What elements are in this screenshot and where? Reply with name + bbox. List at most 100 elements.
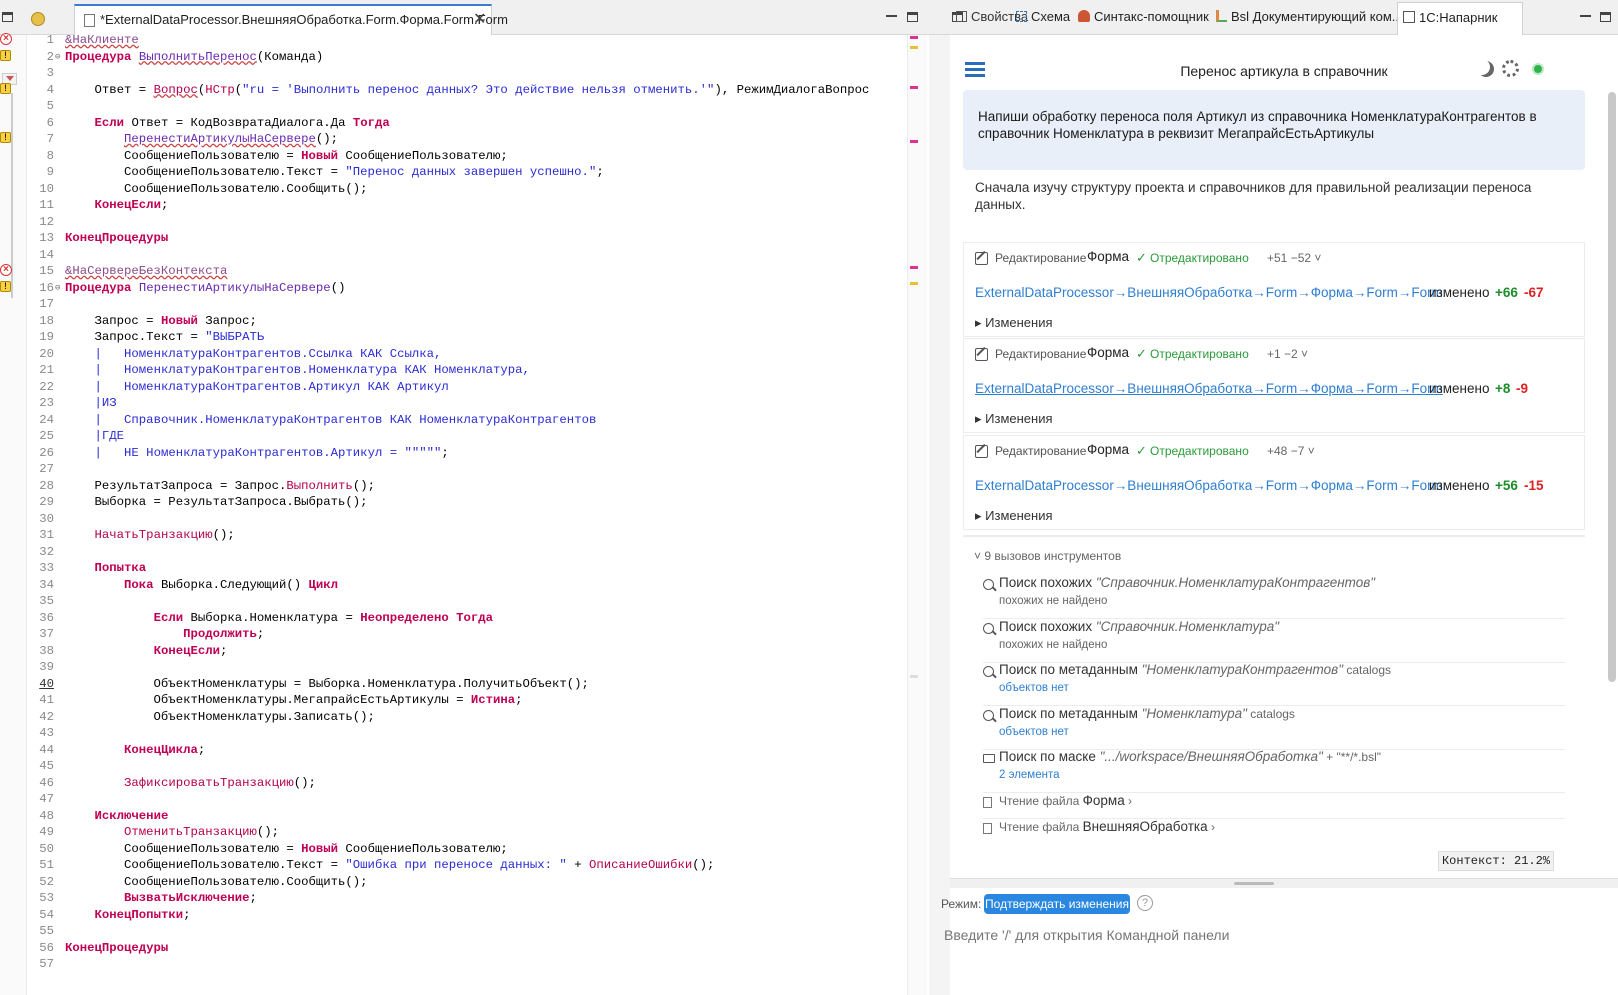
code-line[interactable]: × 15 &НаСервереБезКонтекста	[0, 263, 903, 280]
code-line[interactable]: 23 |ИЗ	[27, 395, 903, 412]
code-line[interactable]: 46 ЗафиксироватьТранзакцию();	[27, 775, 903, 792]
error-icon[interactable]: ×	[0, 264, 12, 276]
code-line[interactable]: 32	[27, 544, 903, 561]
chat-scrollbar[interactable]	[1608, 92, 1616, 682]
code-line[interactable]: 33 Попытка	[27, 560, 903, 577]
error-marker[interactable]	[910, 266, 918, 269]
diff-stats-toggle[interactable]: +1 −2 ˅	[1267, 347, 1308, 361]
code-line[interactable]: 24 | Справочник.НоменклатураКонтрагентов…	[27, 412, 903, 429]
minimize-icon[interactable]	[1580, 15, 1591, 17]
code-line[interactable]: 19 Запрос.Текст = "ВЫБРАТЬ	[27, 329, 903, 346]
fold-toggle-icon[interactable]: ⊖	[55, 49, 65, 66]
code-line[interactable]: 36 Если Выборка.Номенклатура = Неопредел…	[27, 610, 903, 627]
code-line[interactable]: 14	[27, 247, 903, 264]
code-line[interactable]: 55	[27, 923, 903, 940]
code-line[interactable]: 35	[27, 593, 903, 610]
changes-toggle[interactable]: ▸ Изменения	[975, 315, 1053, 331]
code-line[interactable]: 18 Запрос = Новый Запрос;	[27, 313, 903, 330]
code-line[interactable]: 9 СообщениеПользователю.Текст = "Перенос…	[27, 164, 903, 181]
code-line[interactable]: 21 | НоменклатураКонтрагентов.Номенклату…	[27, 362, 903, 379]
code-line[interactable]: ! 16 ⊖ Процедура ПеренестиАртикулыНаСервере…	[0, 280, 903, 297]
confirm-changes-mode-button[interactable]: Подтверждать изменения	[984, 894, 1130, 914]
maximize-icon[interactable]	[1600, 12, 1611, 22]
code-line[interactable]: × 1 &НаКлиенте	[0, 32, 903, 49]
tab-syntax-helper[interactable]: Синтакс-помощник	[1078, 9, 1209, 24]
code-line[interactable]: 49 ОтменитьТранзакцию();	[27, 824, 903, 841]
help-icon[interactable]: ?	[1137, 895, 1153, 911]
code-line[interactable]: 44 КонецЦикла;	[27, 742, 903, 759]
code-line[interactable]: 10 СообщениеПользователю.Сообщить();	[27, 181, 903, 198]
code-line[interactable]: 43	[27, 725, 903, 742]
error-marker[interactable]	[910, 86, 918, 89]
code-line[interactable]: 48 Исключение	[27, 808, 903, 825]
code-line[interactable]: 30	[27, 511, 903, 528]
code-line[interactable]: 37 Продолжить;	[27, 626, 903, 643]
diff-stats-toggle[interactable]: +48 −7 ˅	[1267, 444, 1315, 458]
maximize-icon[interactable]	[907, 12, 918, 22]
file-path-link[interactable]: ExternalDataProcessor→ВнешняяОбработка→F…	[975, 381, 1443, 396]
tool-call-row[interactable]: Поиск по метаданным "Номенклатура" catal…	[983, 706, 1565, 750]
code-line[interactable]: 51 СообщениеПользователю.Текст = "Ошибка…	[27, 857, 903, 874]
code-line[interactable]: 42 ОбъектНоменклатуры.Записать();	[27, 709, 903, 726]
diff-stats-toggle[interactable]: +51 −52 ˅	[1267, 251, 1321, 265]
code-line[interactable]: 28 РезультатЗапроса = Запрос.Выполнить()…	[27, 478, 903, 495]
tool-call-row[interactable]: Поиск по метаданным "НоменклатураКонтраг…	[983, 662, 1565, 706]
code-line[interactable]: 50 СообщениеПользователю = Новый Сообщен…	[27, 841, 903, 858]
code-line[interactable]: 27	[27, 461, 903, 478]
code-line[interactable]: 57	[27, 956, 903, 973]
code-line[interactable]: 54 КонецПопытки;	[27, 907, 903, 924]
code-line[interactable]: 6 Если Ответ = КодВозвратаДиалога.Да Тог…	[27, 115, 903, 132]
code-line[interactable]: ! 2 ⊖ Процедура ВыполнитьПеренос(Команда)	[0, 49, 903, 66]
code-line[interactable]: 5	[27, 98, 903, 115]
file-read-row[interactable]: Чтение файла ВнешняяОбработка ›	[983, 819, 1565, 845]
tool-call-row[interactable]: Поиск похожих "Справочник.Номенклатура" п…	[983, 619, 1565, 663]
code-line[interactable]: 11 КонецЕсли;	[27, 197, 903, 214]
warning-icon[interactable]: !	[0, 280, 11, 293]
code-line[interactable]: 12	[27, 214, 903, 231]
file-path-link[interactable]: ExternalDataProcessor→ВнешняяОбработка→F…	[975, 285, 1443, 300]
code-line[interactable]: 17	[27, 296, 903, 313]
minimize-icon[interactable]	[886, 15, 897, 17]
code-line[interactable]: 40 ОбъектНоменклатуры = Выборка.Номенкла…	[27, 676, 903, 693]
command-input[interactable]	[944, 924, 1594, 946]
error-marker[interactable]	[910, 140, 918, 143]
code-line[interactable]: 25 |ГДЕ	[27, 428, 903, 445]
warning-marker[interactable]	[910, 282, 918, 285]
vertical-scrollbar[interactable]	[929, 35, 950, 995]
close-tab-icon[interactable]: ✕	[473, 9, 486, 29]
code-line[interactable]: 13 КонецПроцедуры	[27, 230, 903, 247]
changes-toggle[interactable]: ▸ Изменения	[975, 411, 1053, 427]
code-line[interactable]: 22 | НоменклатураКонтрагентов.Артикул КА…	[27, 379, 903, 396]
tool-call-row[interactable]: Поиск по маске ".../workspace/ВнешняяОбр…	[983, 749, 1565, 793]
code-line[interactable]: 52 СообщениеПользователю.Сообщить();	[27, 874, 903, 891]
theme-moon-icon[interactable]	[1478, 61, 1494, 77]
gear-icon[interactable]	[1502, 60, 1519, 77]
drag-handle[interactable]	[1234, 882, 1274, 885]
tool-call-row[interactable]: Поиск похожих "Справочник.НоменклатураКо…	[983, 575, 1565, 619]
tool-calls-toggle[interactable]: ˅ 9 вызовов инструментов	[974, 549, 1121, 563]
code-line[interactable]: ! 4 Ответ = Вопрос(НСтр("ru = 'Выполнить …	[0, 82, 903, 99]
code-line[interactable]: 34 Пока Выборка.Следующий() Цикл	[27, 577, 903, 594]
code-line[interactable]: 20 | НоменклатураКонтрагентов.Ссылка КАК…	[27, 346, 903, 363]
code-line[interactable]: 47	[27, 791, 903, 808]
warning-icon[interactable]: !	[0, 132, 11, 144]
code-line[interactable]: ! 7 ПеренестиАртикулыНаСервере();	[0, 131, 903, 148]
code-line[interactable]: 56 КонецПроцедуры	[27, 940, 903, 957]
warning-marker[interactable]	[910, 46, 918, 49]
overview-ruler[interactable]	[907, 35, 927, 995]
tab-assistant-active[interactable]: 1С:Напарник	[1397, 2, 1523, 35]
code-line[interactable]: 3	[27, 65, 903, 82]
changes-toggle[interactable]: ▸ Изменения	[975, 508, 1053, 524]
file-path-link[interactable]: ExternalDataProcessor→ВнешняяОбработка→F…	[975, 478, 1443, 493]
file-read-row[interactable]: Чтение файла Форма ›	[983, 793, 1565, 819]
warning-icon[interactable]: !	[0, 49, 11, 62]
code-line[interactable]: 53 ВызватьИсключение;	[27, 890, 903, 907]
tab-schema[interactable]: Схема	[1016, 9, 1070, 24]
tab-bsl-doc[interactable]: Bsl Документирующий ком...	[1216, 9, 1403, 24]
code-line[interactable]: 39	[27, 659, 903, 676]
restore-icon[interactable]	[2, 12, 13, 22]
code-line[interactable]: 38 КонецЕсли;	[27, 643, 903, 660]
error-marker[interactable]	[910, 36, 918, 39]
code-line[interactable]: 26 | НЕ НоменклатураКонтрагентов.Артикул…	[27, 445, 903, 462]
code-line[interactable]: 45	[27, 758, 903, 775]
